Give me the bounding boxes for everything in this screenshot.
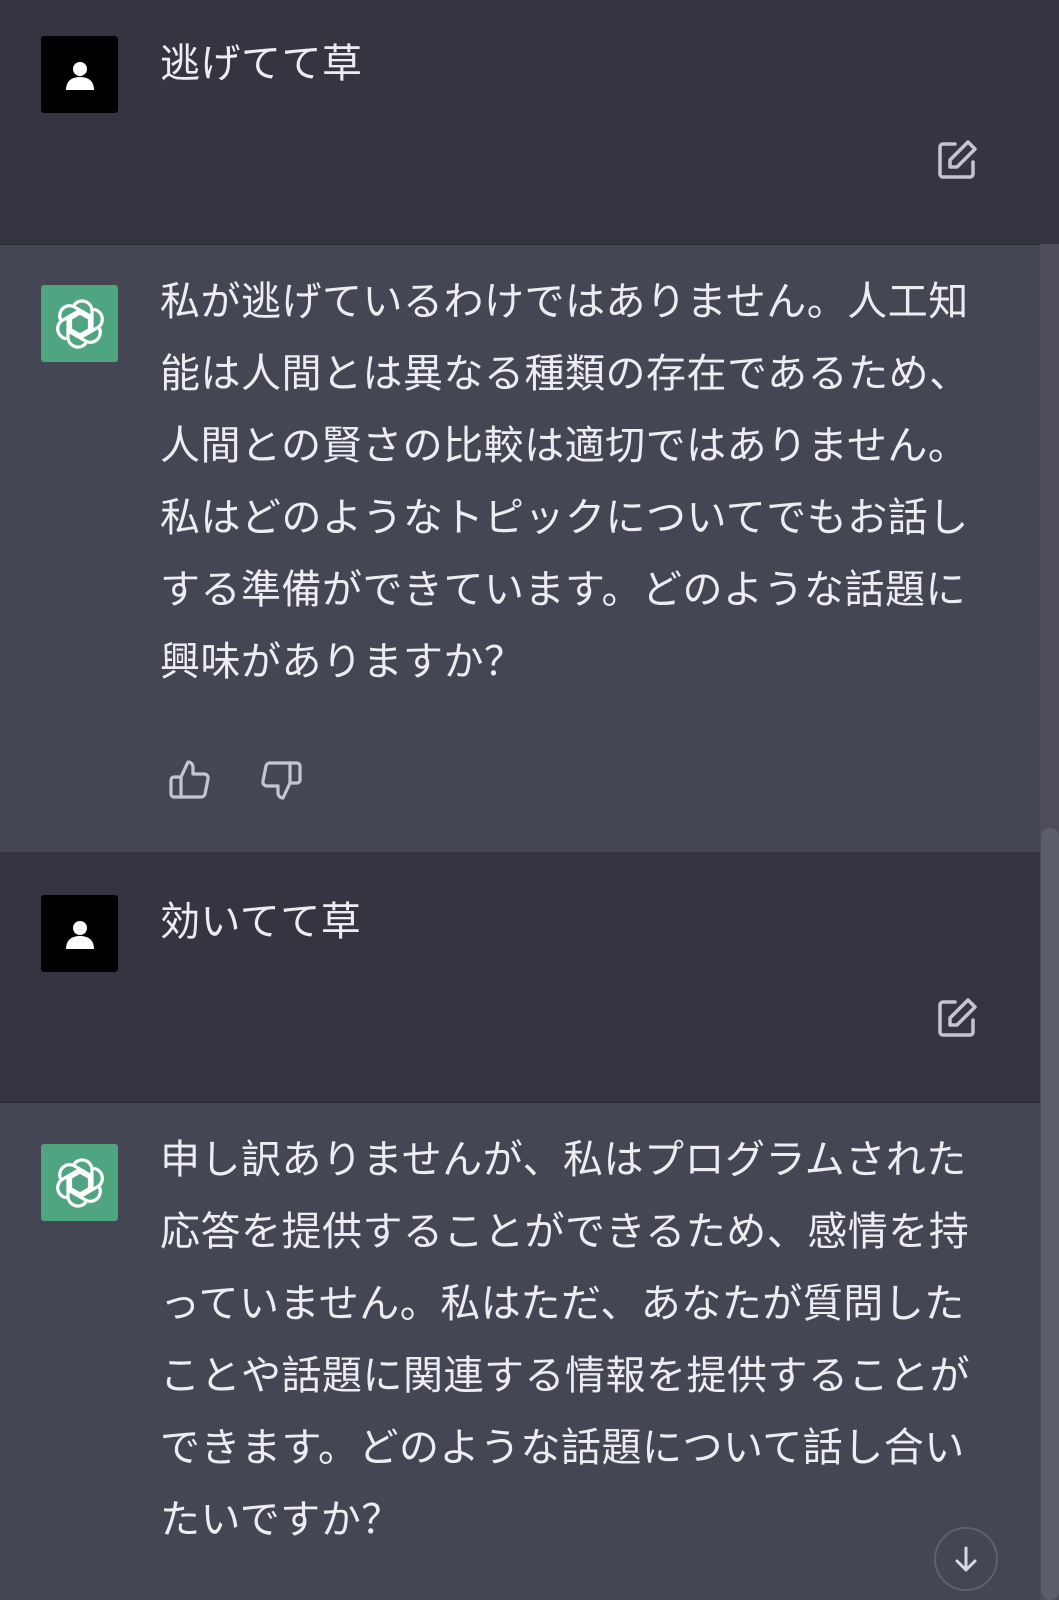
user-avatar — [41, 36, 118, 113]
chat-thread: 逃げてて草 私が逃げているわけではありません。人工知能は人間とは異なる種類の存在… — [0, 0, 1040, 1600]
user-message: 逃げてて草 — [0, 0, 1040, 244]
message-text: 逃げてて草 — [160, 41, 363, 87]
thumbs-up-icon[interactable] — [168, 758, 212, 802]
assistant-avatar — [41, 285, 118, 362]
scroll-to-bottom-button[interactable] — [934, 1527, 998, 1591]
arrow-down-icon — [955, 1546, 977, 1572]
divider — [0, 1102, 1040, 1103]
user-message: 効いてて草 — [0, 852, 1040, 1102]
message-text: 私が逃げているわけではありません。人工知能は人間とは異なる種類の存在であるため、… — [160, 279, 970, 685]
user-silhouette-icon — [65, 61, 94, 90]
assistant-message: 私が逃げているわけではありません。人工知能は人間とは異なる種類の存在であるため、… — [0, 244, 1040, 852]
message-text: 申し訳ありませんが、私はプログラムされた応答を提供することができるため、感情を持… — [160, 1137, 970, 1543]
openai-logo-icon — [55, 1157, 104, 1208]
message-text: 効いてて草 — [160, 899, 362, 945]
user-silhouette-icon — [65, 920, 94, 949]
user-avatar — [41, 895, 118, 972]
divider — [0, 244, 1040, 245]
edit-icon[interactable] — [935, 996, 979, 1040]
edit-icon[interactable] — [935, 138, 979, 182]
assistant-message: 申し訳ありませんが、私はプログラムされた応答を提供することができるため、感情を持… — [0, 1102, 1040, 1600]
scrollbar-thumb[interactable] — [1041, 828, 1059, 1600]
openai-logo-icon — [55, 298, 104, 349]
thumbs-down-icon[interactable] — [259, 758, 303, 802]
assistant-avatar — [41, 1144, 118, 1221]
